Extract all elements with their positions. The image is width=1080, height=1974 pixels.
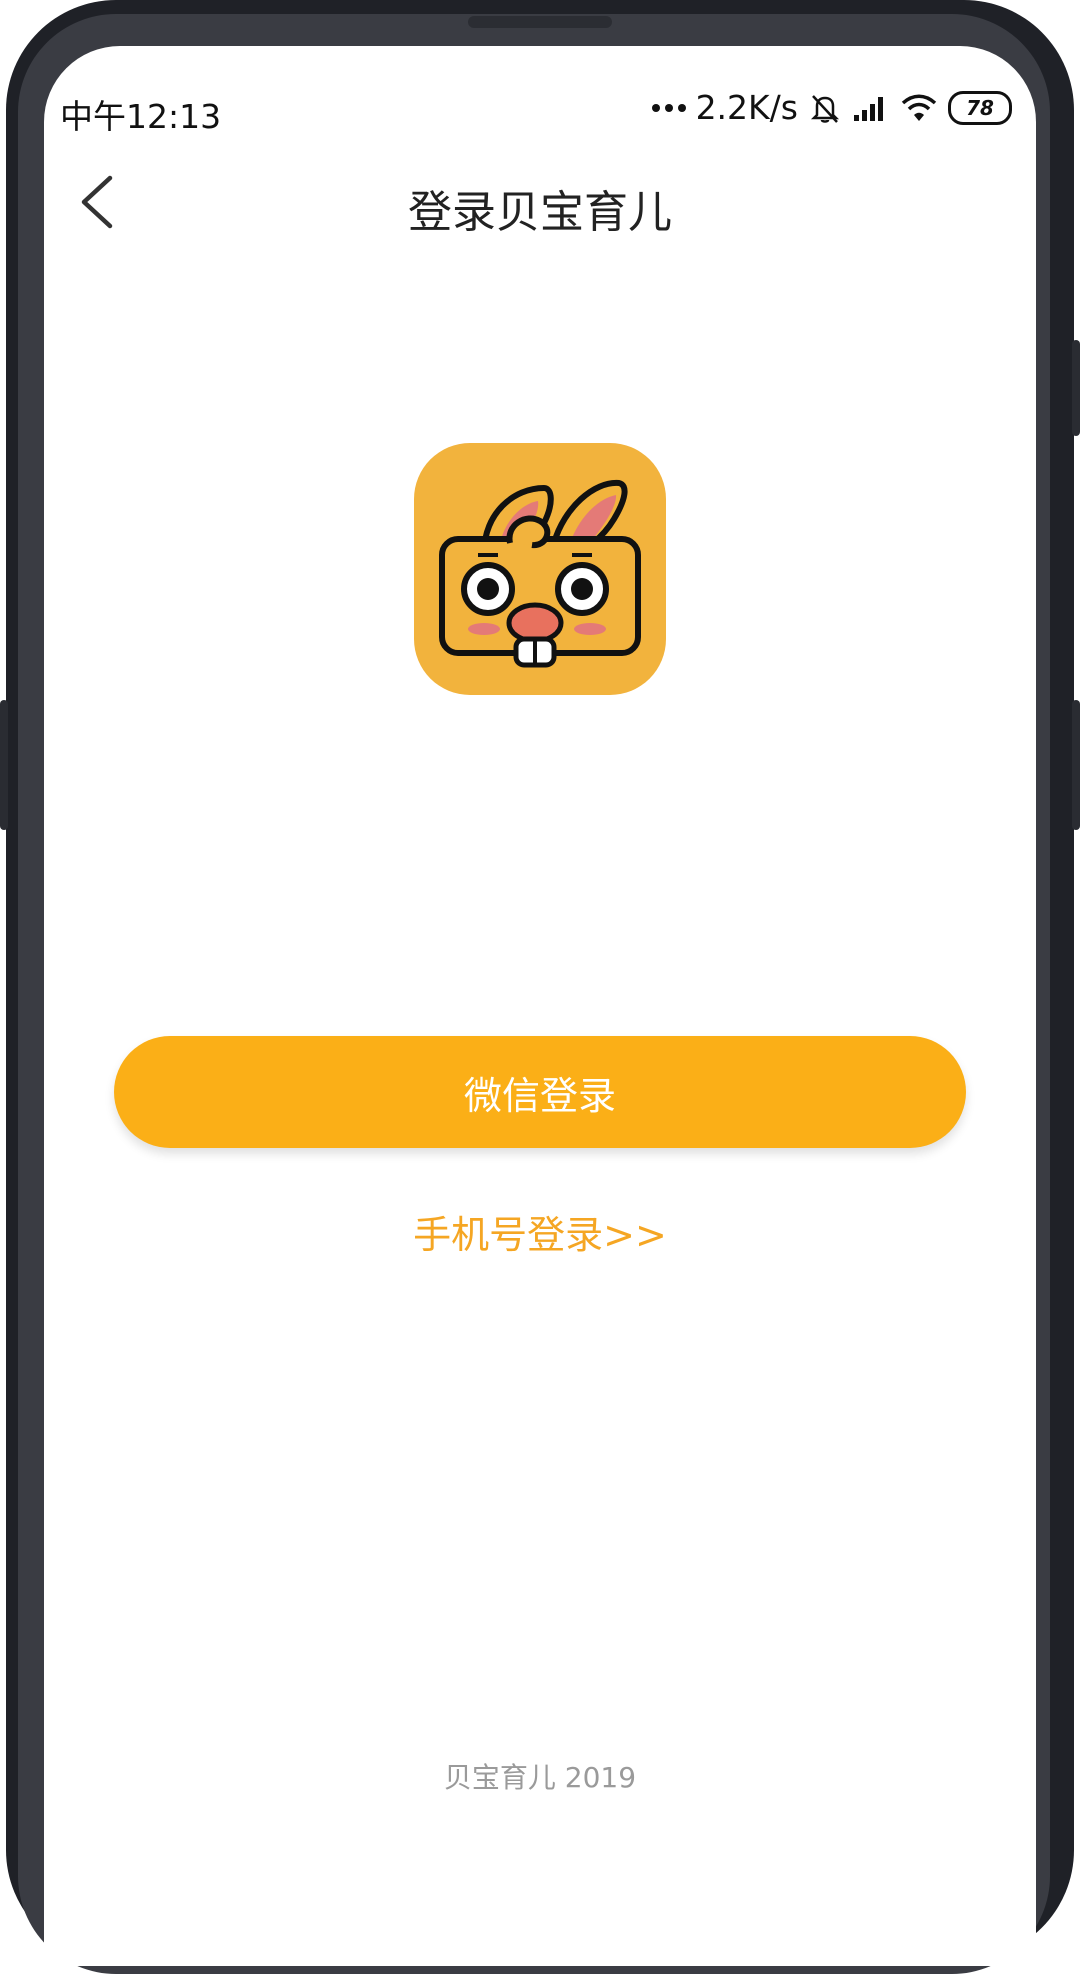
side-key bbox=[0, 700, 8, 830]
speaker-grille bbox=[468, 16, 612, 28]
battery-level: 78 bbox=[966, 95, 994, 120]
battery-icon: 78 bbox=[948, 90, 1012, 125]
mute-icon bbox=[810, 94, 840, 123]
wechat-login-button[interactable]: 微信登录 bbox=[114, 1036, 966, 1148]
wifi-icon bbox=[901, 94, 937, 121]
footer-copyright: 贝宝育儿 2019 bbox=[443, 1761, 637, 1794]
status-icons: 2.2K/s 78 bbox=[651, 88, 1012, 127]
signal-icon bbox=[854, 96, 883, 121]
page-title: 登录贝宝育儿 bbox=[408, 187, 672, 238]
status-time: 中午12:13 bbox=[60, 97, 222, 136]
rabbit-logo-icon bbox=[414, 443, 666, 695]
screen bbox=[44, 46, 1036, 1966]
more-dots-icon bbox=[651, 103, 686, 112]
volume-up-button bbox=[1072, 340, 1080, 436]
power-button bbox=[1072, 700, 1080, 830]
network-speed: 2.2K/s bbox=[695, 88, 798, 127]
phone-login-link[interactable]: 手机号登录>> bbox=[0, 1204, 1080, 1259]
